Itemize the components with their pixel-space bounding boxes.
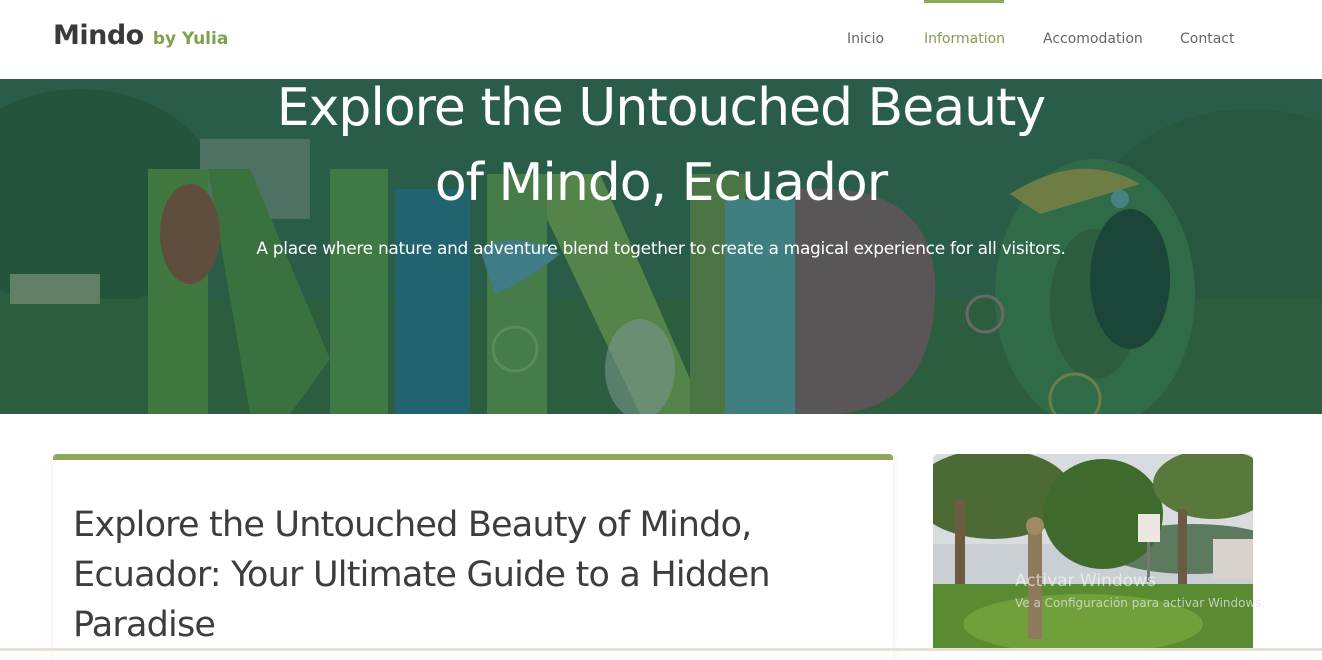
- article-title-line-2: Ecuador: Your Ultimate Guide to a Hidden: [73, 555, 771, 595]
- active-nav-indicator: [924, 0, 1004, 3]
- nav-link-inicio[interactable]: Inicio: [847, 31, 884, 47]
- brand-byline: by Yulia: [152, 29, 229, 49]
- article-title: Explore the Untouched Beauty of Mindo, E…: [73, 500, 833, 650]
- nav-link-information[interactable]: Information: [924, 31, 1005, 47]
- park-photo-image: [933, 454, 1253, 651]
- hero-banner: Explore the Untouched Beauty of Mindo, E…: [0, 79, 1322, 414]
- sidebar-park-photo: [933, 454, 1253, 651]
- hero-title-line-1: Explore the Untouched Beauty: [276, 79, 1046, 138]
- site-logo[interactable]: Mindo by Yulia: [53, 20, 228, 51]
- nav-link-accomodation[interactable]: Accomodation: [1043, 31, 1143, 47]
- hero-title-line-2: of Mindo, Ecuador: [434, 153, 888, 213]
- hero-title: Explore the Untouched Beauty of Mindo, E…: [211, 79, 1111, 221]
- article-title-line-1: Explore the Untouched Beauty of Mindo,: [73, 505, 752, 545]
- article-card: Explore the Untouched Beauty of Mindo, E…: [53, 454, 893, 660]
- windows-activation-title: Activar Windows: [1015, 571, 1156, 591]
- hero-subtitle: A place where nature and adventure blend…: [256, 239, 1066, 259]
- nav-link-contact[interactable]: Contact: [1180, 31, 1234, 47]
- site-header: Mindo by Yulia Inicio Information Accomo…: [0, 0, 1322, 79]
- windows-activation-subtitle: Ve a Configuración para activar Windows.: [1015, 596, 1266, 610]
- brand-name: Mindo: [53, 20, 144, 51]
- article-title-line-3: Paradise: [73, 605, 216, 645]
